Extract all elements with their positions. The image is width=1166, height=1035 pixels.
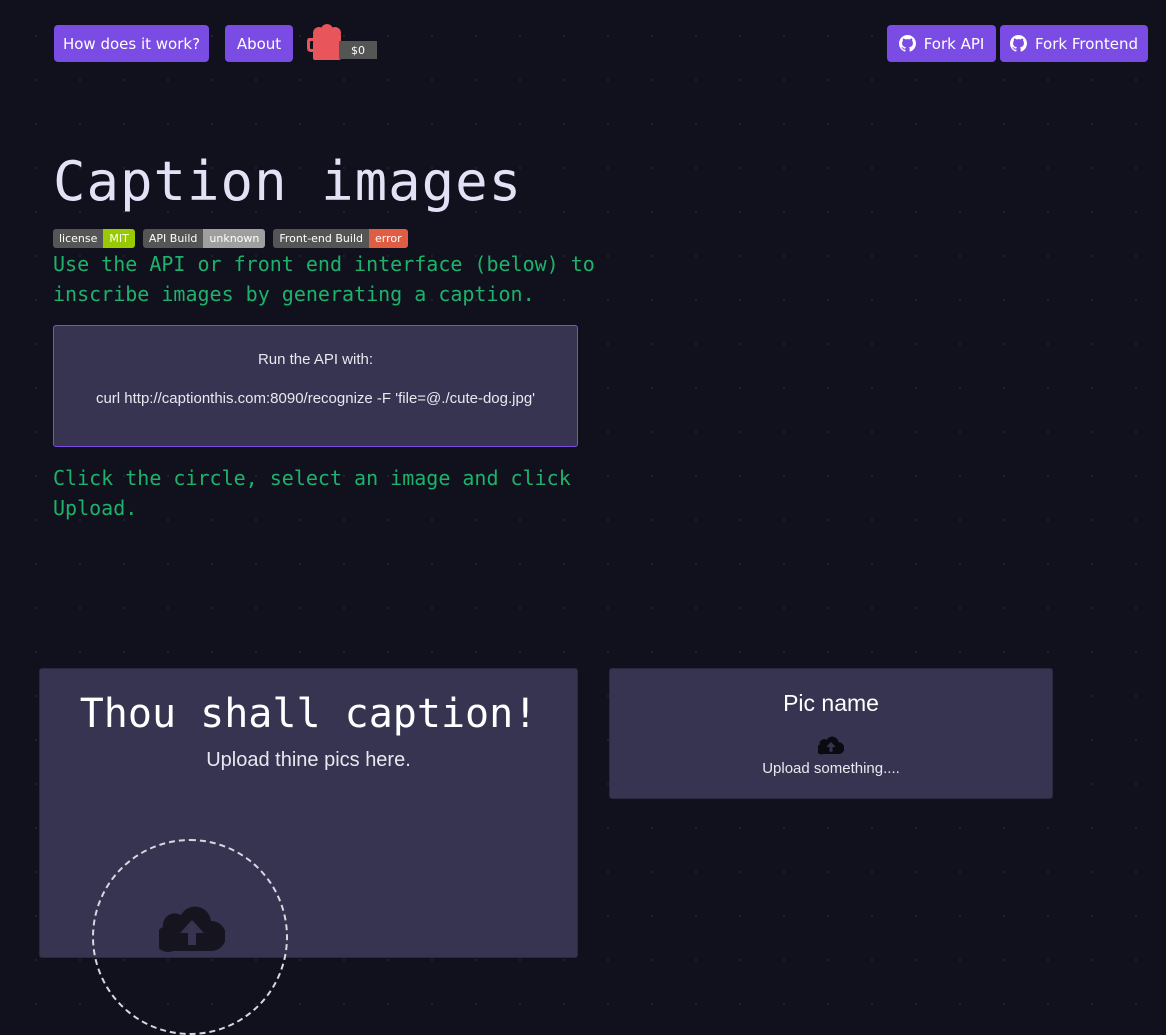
upload-title: Thou shall caption! <box>79 691 538 737</box>
github-icon <box>898 35 916 52</box>
upload-circle[interactable] <box>92 839 288 1035</box>
buy-me-a-beer-button[interactable]: $0 <box>307 24 379 64</box>
badge-label: API Build <box>142 229 204 248</box>
upload-card: Thou shall caption! Upload thine pics he… <box>39 668 578 1035</box>
about-button[interactable]: About <box>225 25 293 62</box>
frontend-build-badge[interactable]: Front-end Build error <box>273 229 408 248</box>
instructions-text: Click the circle, select an image and cl… <box>53 466 571 520</box>
license-badge[interactable]: license MIT <box>53 229 135 248</box>
caption-result-card: Pic name Upload something.... <box>609 668 1053 799</box>
badge-label: Front-end Build <box>273 229 369 248</box>
badge-label: license <box>53 229 104 248</box>
coffee-amount: $0 <box>339 41 377 59</box>
badges-row: license MIT API Build unknown Front-end … <box>53 229 408 248</box>
about-label: About <box>236 34 282 53</box>
pic-name: Pic name <box>783 690 879 716</box>
api-usage-command: curl http://captionthis.com:8090/recogni… <box>95 390 536 407</box>
fork-frontend-label: Fork Frontend <box>1034 34 1139 53</box>
api-build-badge[interactable]: API Build unknown <box>142 229 266 248</box>
how-label: How does it work? <box>62 34 201 53</box>
upload-subtitle: Upload thine pics here. <box>206 749 411 771</box>
beer-mug-icon <box>307 24 341 60</box>
how-does-it-work-button[interactable]: How does it work? <box>54 25 209 62</box>
badge-value: unknown <box>203 229 266 248</box>
badge-value: MIT <box>103 229 135 248</box>
api-usage-label: Run the API with: <box>257 351 374 368</box>
github-icon <box>1009 35 1027 52</box>
api-usage-box: Run the API with: curl http://captionthi… <box>53 325 578 447</box>
fork-frontend-button[interactable]: Fork Frontend <box>1000 25 1148 62</box>
intro-text: Use the API or front end interface (belo… <box>53 252 595 306</box>
fork-api-button[interactable]: Fork API <box>887 25 996 62</box>
fork-api-label: Fork API <box>923 34 985 53</box>
page-title: Caption images <box>53 150 523 213</box>
cloud-upload-icon <box>818 736 844 755</box>
badge-value: error <box>369 229 408 248</box>
upload-status: Upload something.... <box>762 760 900 777</box>
